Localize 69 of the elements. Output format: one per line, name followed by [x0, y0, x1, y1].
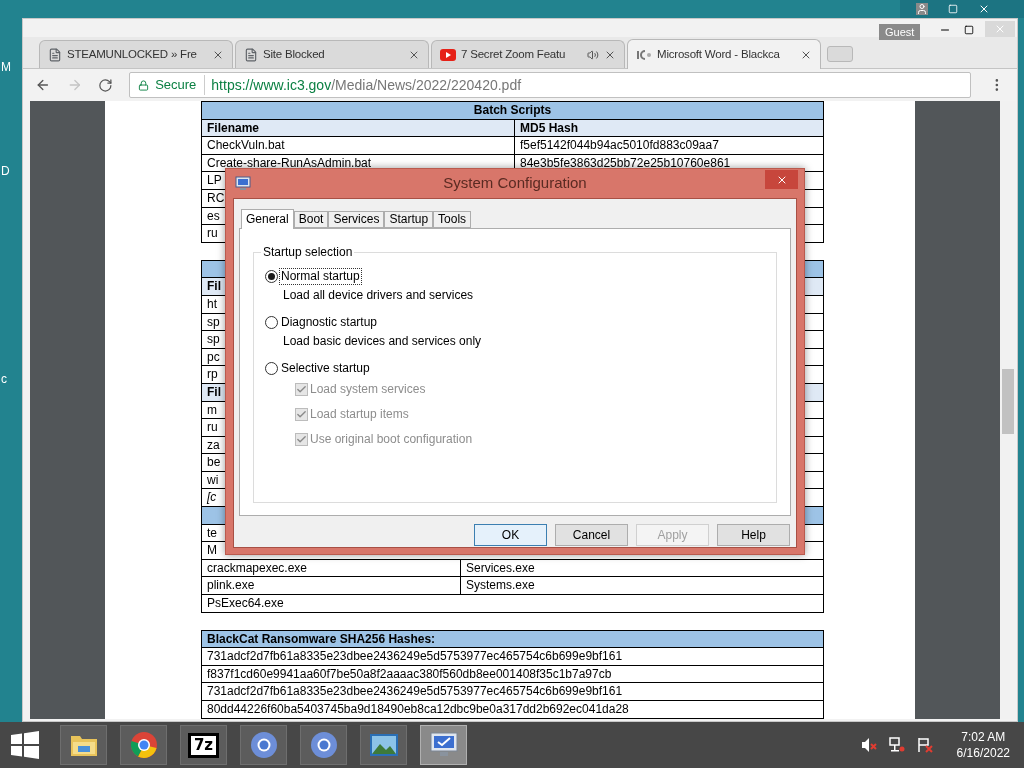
dialog-button[interactable]: OK: [474, 524, 547, 546]
table-title: BlackCat Ransomware SHA256 Hashes:: [206, 630, 437, 648]
table-cell-text: ht: [206, 295, 218, 313]
url-text: https://www.ic3.gov/Media/News/2022/220420.pdf: [211, 75, 522, 95]
table-cell-text: Systems.exe: [465, 577, 536, 595]
address-bar[interactable]: Secure https://www.ic3.gov/Media/News/2022/220420.pdf: [129, 72, 972, 98]
table-cell-text: MD5 Hash: [519, 119, 579, 137]
dialog-tab[interactable]: Tools: [433, 211, 472, 228]
table-cell-text: Fil: [206, 383, 222, 401]
table-cell-text: LP: [206, 172, 223, 189]
table-cell: Filename: [202, 119, 515, 137]
table-cell-text: te: [206, 524, 218, 542]
table-cell-text: za: [206, 436, 221, 454]
clock-time: 7:02 AM: [961, 729, 1006, 745]
table-cell-text: PsExec64.exe: [206, 595, 285, 612]
clock-date: 6/16/2022: [956, 745, 1010, 761]
table-cell-text: ru: [206, 419, 219, 436]
table-cell-text: 80dd44226f60ba5403745ba9d18490eb8ca12dbc9be0a317dd2b692ec041da28: [206, 701, 630, 718]
group-label: Startup selection: [262, 244, 354, 261]
table-cell-text: f837f1cd60e9941aa60f7be50a8f2aaaac380f560db8ee001408f35c1b7a97cb: [206, 665, 613, 683]
table-cell-text: m: [206, 401, 218, 419]
table-cell-text: f5ef5142f044b94ac5010fd883c09aa7: [519, 137, 720, 154]
browser-tab[interactable]: Site Blocked: [235, 40, 429, 68]
table-cell-text: 84e3b5fe3863d25bb72e25b10760e861: [519, 154, 732, 172]
desktop-icon-label: D: [1, 163, 10, 180]
archiver-logo: 7z: [187, 732, 220, 758]
browser-tab[interactable]: 7 Secret Zoom Featu: [431, 40, 625, 68]
browser-tab[interactable]: STEAMUNLOCKED » Fre: [39, 40, 233, 68]
desktop-icon-label: c: [1, 371, 7, 388]
desktop-icon-label: M: [1, 59, 11, 76]
tab-title: 7 Secret Zoom Featu: [461, 46, 566, 62]
table-cell-text: rp: [206, 366, 219, 383]
dialog-button[interactable]: Help: [717, 524, 790, 546]
dialog-tab[interactable]: Boot: [293, 211, 329, 228]
radio-label[interactable]: Normal startup: [280, 268, 361, 284]
table-cell: CheckVuln.bat: [202, 137, 515, 154]
option-description: Load all device drivers and services: [283, 287, 475, 303]
tab-title: Microsoft Word - Blackca: [657, 46, 780, 62]
table-cell-text: 731adcf2d7fb61a8335e23dbee2436249e5d5753977ec465754c6b699e9bf161: [206, 648, 624, 665]
table-cell-text: Services.exe: [465, 559, 536, 577]
tab-title: STEAMUNLOCKED » Fre: [67, 46, 197, 62]
table-cell: crackmapexec.exe: [202, 559, 461, 577]
table-cell-text: es: [206, 207, 221, 225]
dialog-button[interactable]: Cancel: [555, 524, 628, 546]
table-cell-text: RC: [206, 189, 226, 207]
table-cell-text: 731adcf2d7fb61a8335e23dbee2436249e5d5753977ec465754c6b699e9bf161: [206, 683, 624, 700]
table-cell-text: sp: [206, 331, 221, 348]
table-cell-text: M: [206, 542, 218, 559]
table-cell: plink.exe: [202, 577, 461, 595]
table-title: Batch Scripts: [472, 102, 553, 119]
radio-label[interactable]: Selective startup: [280, 360, 371, 376]
option-description: Load basic devices and services only: [283, 333, 483, 349]
table-cell-text: pc: [206, 348, 221, 366]
tab-title: Site Blocked: [263, 46, 325, 62]
table-cell-text: sp: [206, 313, 221, 331]
table-cell-text: wi: [206, 471, 220, 489]
table-cell-text: be: [206, 454, 222, 471]
table-cell-text: Fil: [206, 278, 222, 295]
radio-label[interactable]: Diagnostic startup: [280, 314, 379, 330]
dialog-tab[interactable]: Startup: [384, 211, 434, 228]
table-cell-text: ru: [206, 225, 219, 242]
window-title: System Configuration: [443, 173, 587, 194]
taskbar-button[interactable]: 7z: [180, 725, 227, 765]
dialog-tab[interactable]: Services: [328, 211, 385, 228]
clock[interactable]: 7:02 AM 6/16/2022: [956, 729, 1010, 761]
dialog-tab[interactable]: General: [241, 209, 294, 229]
browser-tab[interactable]: Microsoft Word - Blackca: [627, 39, 821, 69]
security-label: Secure: [155, 75, 206, 95]
table-cell-text: [c: [206, 489, 218, 507]
